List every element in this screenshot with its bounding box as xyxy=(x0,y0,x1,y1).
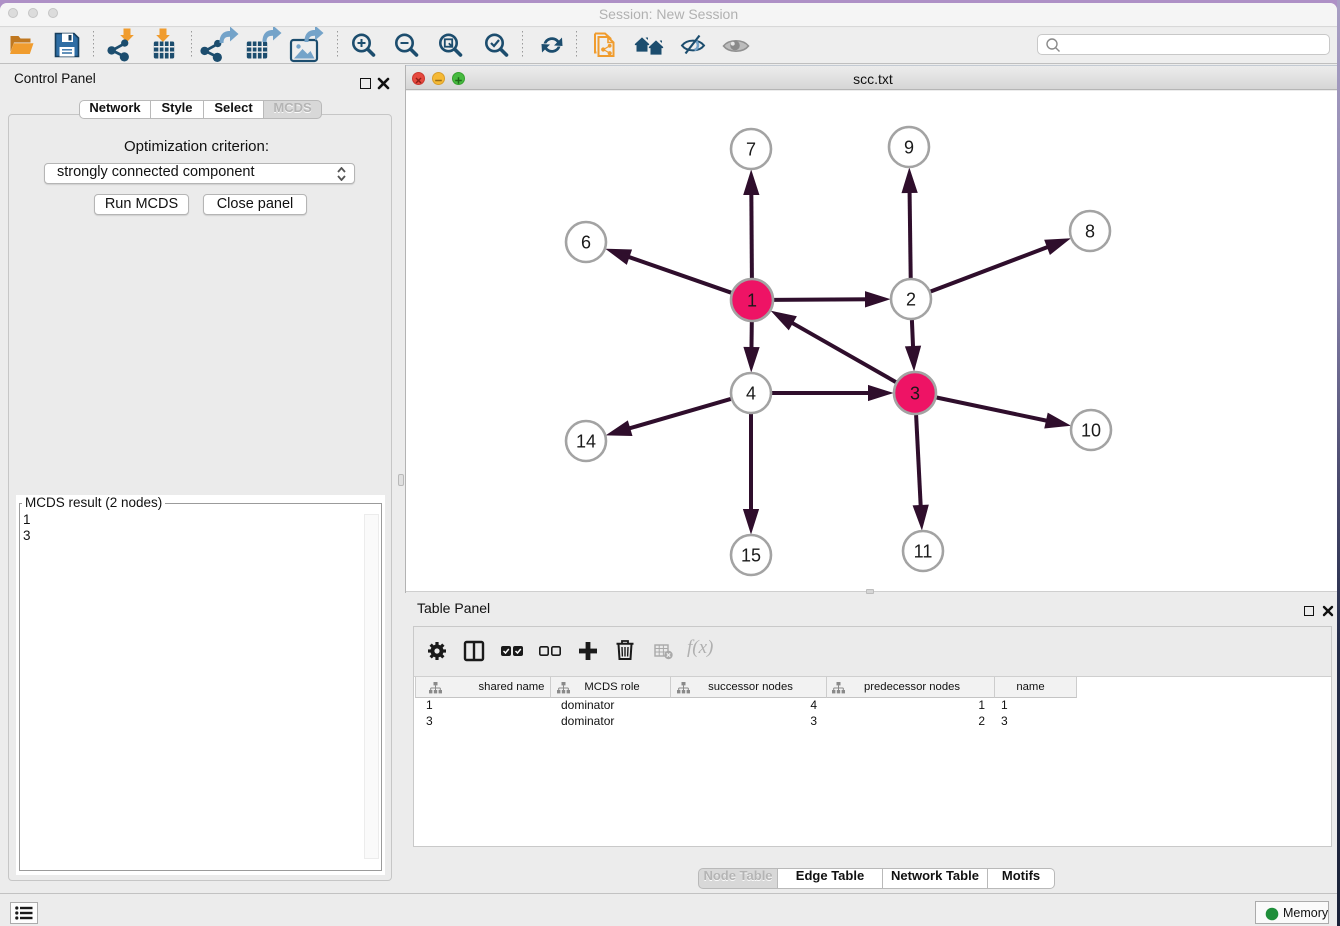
svg-text:15: 15 xyxy=(741,546,761,566)
svg-text:4: 4 xyxy=(746,384,756,404)
svg-text:7: 7 xyxy=(746,140,756,160)
svg-text:3: 3 xyxy=(910,384,920,404)
svg-text:10: 10 xyxy=(1081,421,1101,441)
svg-text:8: 8 xyxy=(1085,222,1095,242)
svg-text:2: 2 xyxy=(906,290,916,310)
svg-text:14: 14 xyxy=(576,432,596,452)
svg-text:6: 6 xyxy=(581,233,591,253)
svg-text:11: 11 xyxy=(914,542,933,562)
svg-text:9: 9 xyxy=(904,138,914,158)
svg-text:1: 1 xyxy=(747,291,757,311)
